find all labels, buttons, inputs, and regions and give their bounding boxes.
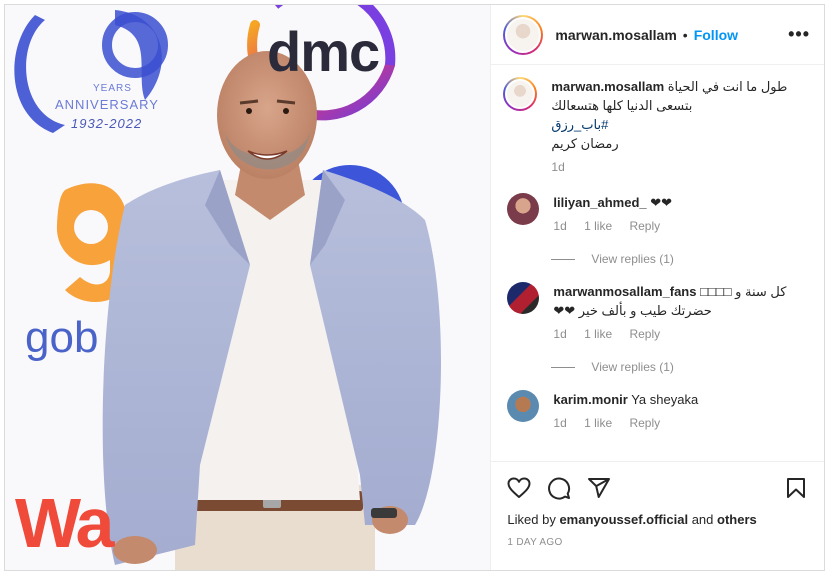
years-text: YEARS bbox=[93, 83, 132, 94]
post-caption: marwan.mosallam طول ما انت في الحياة بتس… bbox=[503, 77, 808, 177]
comment-item: liliyan_ahmed_ ❤❤ 1d 1 like Reply bbox=[503, 193, 808, 236]
caption-hashtag[interactable]: #باب_رزق bbox=[551, 115, 787, 134]
follow-button[interactable]: Follow bbox=[694, 27, 738, 43]
view-replies-button[interactable]: View replies (1) bbox=[551, 252, 808, 266]
separator-dot: • bbox=[682, 26, 688, 43]
comment-username[interactable]: marwanmosallam_fans bbox=[553, 284, 696, 299]
comment-avatar[interactable] bbox=[507, 193, 540, 225]
comment-text: Ya sheyaka bbox=[631, 392, 699, 407]
liked-by-others[interactable]: others bbox=[717, 512, 757, 527]
post-header: marwan.mosallam • Follow ••• bbox=[491, 5, 824, 65]
view-replies-button[interactable]: View replies (1) bbox=[551, 360, 808, 374]
comment-text-line-2: حضرتك طيب و بألف خير ❤❤ bbox=[553, 303, 712, 318]
reply-button[interactable]: Reply bbox=[629, 219, 660, 233]
liked-by-prefix: Liked by bbox=[507, 512, 556, 527]
comment-avatar[interactable] bbox=[507, 282, 540, 314]
wa-logo-text: Wa bbox=[15, 484, 114, 562]
more-options-icon[interactable]: ••• bbox=[788, 24, 810, 45]
liked-by-user[interactable]: emanyoussef.official bbox=[559, 512, 688, 527]
comment-text: ❤❤ bbox=[650, 195, 673, 210]
gob-logo-text: gob bbox=[25, 313, 99, 362]
post-photo: dmc YEARS ANNIVERSARY 1932-2022 gob Wa bbox=[5, 5, 491, 570]
caption-avatar[interactable] bbox=[503, 77, 538, 111]
replies-divider bbox=[551, 258, 576, 260]
comment-icon[interactable] bbox=[547, 476, 571, 500]
share-icon[interactable] bbox=[587, 476, 611, 500]
author-username[interactable]: marwan.mosallam bbox=[555, 27, 676, 43]
comment-likes[interactable]: 1 like bbox=[584, 219, 612, 233]
caption-username[interactable]: marwan.mosallam bbox=[551, 79, 664, 94]
comment-text: □□□□ كل سنة و bbox=[700, 284, 787, 299]
year-range-text: 1932-2022 bbox=[71, 116, 143, 131]
caption-line-1: طول ما انت في الحياة bbox=[667, 79, 788, 94]
reply-button[interactable]: Reply bbox=[629, 416, 660, 430]
post-timestamp: 1 DAY AGO bbox=[507, 537, 563, 548]
comment-age: 1d bbox=[553, 219, 567, 233]
anniversary-text: ANNIVERSARY bbox=[55, 97, 159, 112]
comment-item: marwanmosallam_fans □□□□ كل سنة و حضرتك … bbox=[503, 282, 808, 344]
like-heart-icon[interactable] bbox=[507, 476, 531, 500]
comment-likes[interactable]: 1 like bbox=[584, 327, 612, 341]
replies-divider bbox=[551, 366, 576, 368]
dmc-logo-text: dmc bbox=[267, 20, 380, 83]
comment-likes[interactable]: 1 like bbox=[584, 416, 612, 430]
view-replies-label: View replies (1) bbox=[591, 360, 674, 374]
comment-avatar[interactable] bbox=[507, 390, 540, 422]
comments-scroll[interactable]: marwan.mosallam طول ما انت في الحياة بتس… bbox=[491, 65, 824, 460]
caption-age: 1d bbox=[551, 160, 565, 174]
comment-item: karim.monir Ya sheyaka 1d 1 like Reply bbox=[503, 390, 808, 433]
caption-line-4: رمضان كريم bbox=[551, 136, 619, 151]
comment-username[interactable]: liliyan_ahmed_ bbox=[553, 195, 646, 210]
post-modal: dmc YEARS ANNIVERSARY 1932-2022 gob Wa m… bbox=[4, 4, 825, 571]
author-avatar[interactable] bbox=[503, 14, 544, 55]
post-actions: Liked by emanyoussef.official and others… bbox=[491, 461, 825, 569]
liked-by: Liked by emanyoussef.official and others bbox=[507, 512, 808, 527]
view-replies-label: View replies (1) bbox=[591, 252, 674, 266]
comment-age: 1d bbox=[553, 416, 567, 430]
post-side-panel: marwan.mosallam • Follow ••• marwan.mosa… bbox=[490, 5, 825, 570]
reply-button[interactable]: Reply bbox=[629, 327, 660, 341]
comment-username[interactable]: karim.monir bbox=[553, 392, 627, 407]
comment-age: 1d bbox=[553, 327, 567, 341]
liked-by-and: and bbox=[691, 512, 714, 527]
save-icon[interactable] bbox=[784, 476, 808, 500]
caption-line-2: بتسعى الدنيا كلها هتسعالك bbox=[551, 98, 693, 113]
